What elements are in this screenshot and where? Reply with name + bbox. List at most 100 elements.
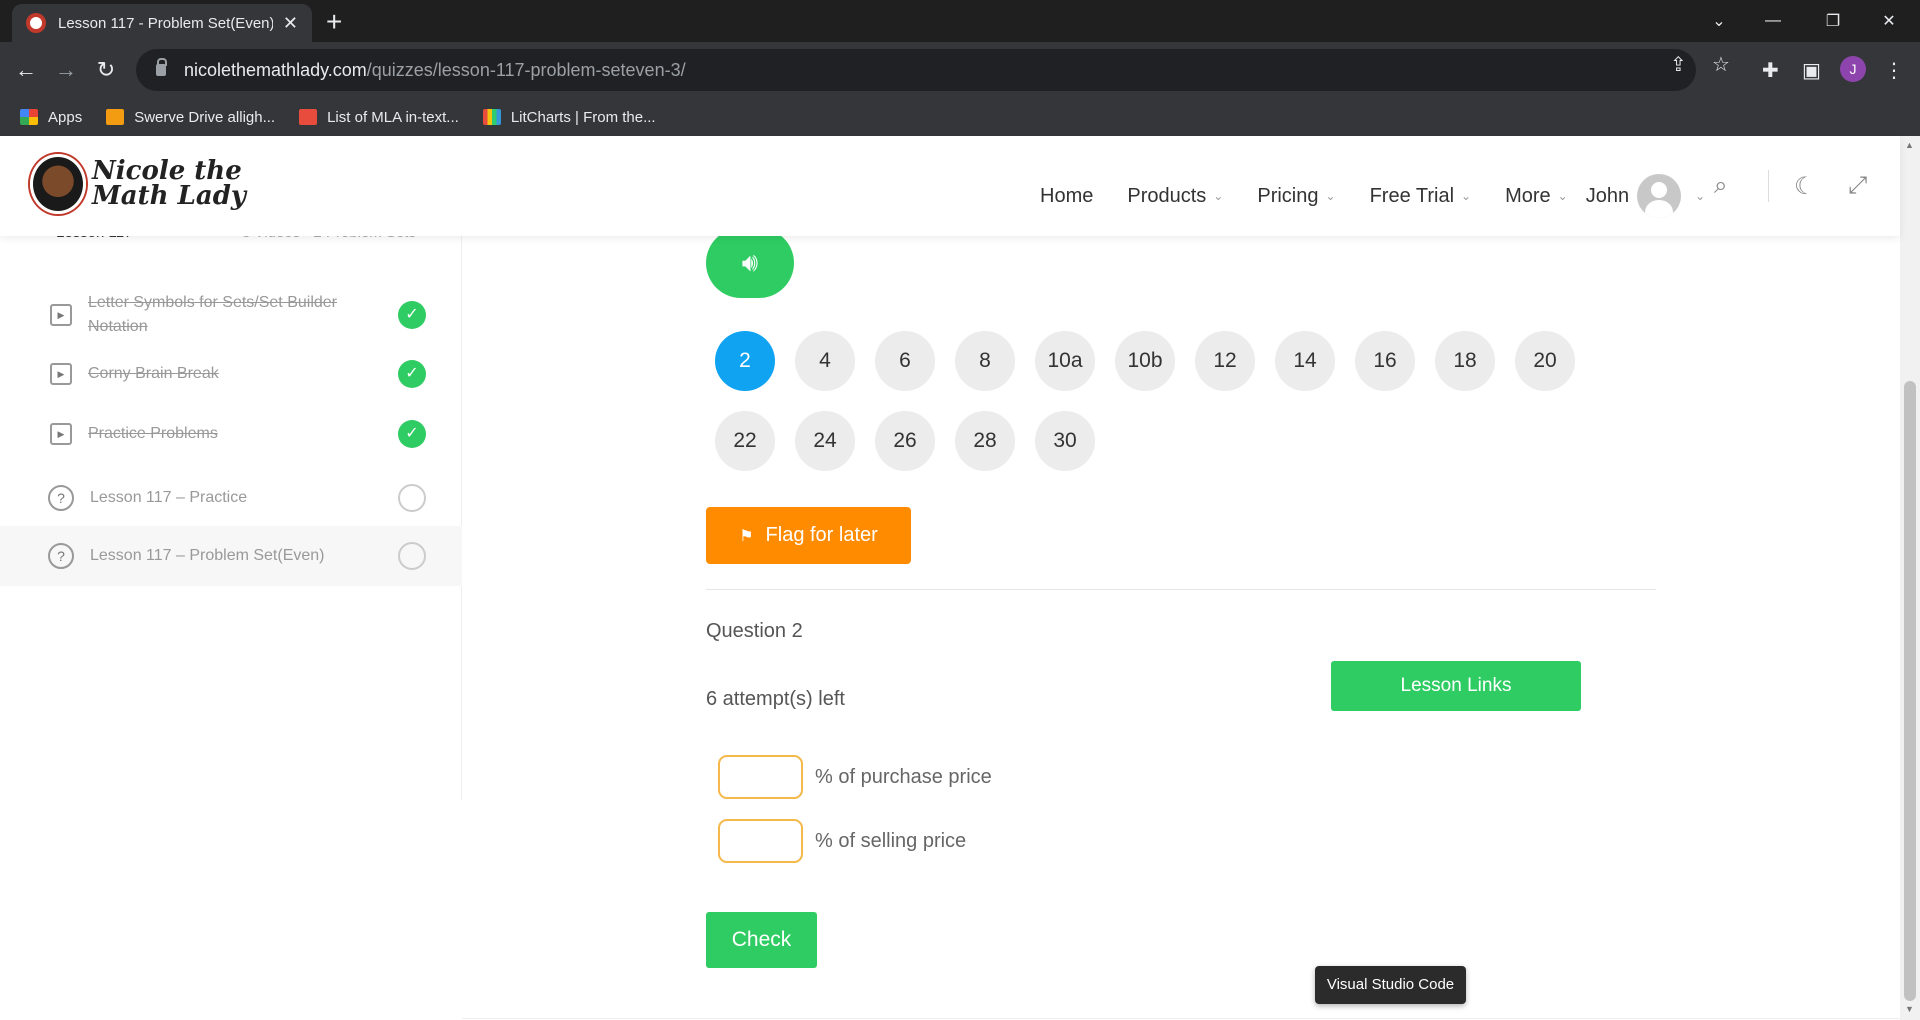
answer-label-selling: % of selling price xyxy=(815,829,967,852)
question-nav-14[interactable]: 14 xyxy=(1275,331,1335,391)
question-nav-18[interactable]: 18 xyxy=(1435,331,1495,391)
chevron-down-icon: ⌄ xyxy=(1695,189,1706,203)
restore-icon[interactable]: ❐ xyxy=(1808,0,1858,42)
browser-tab[interactable]: Lesson 117 - Problem Set(Even) ✕ xyxy=(12,4,312,42)
fullscreen-icon[interactable]: ⤢ xyxy=(1848,172,1867,200)
bookmark-swerve[interactable]: Swerve Drive alligh... xyxy=(106,109,275,126)
question-nav-16[interactable]: 16 xyxy=(1355,331,1415,391)
logo-line-2: Math Lady xyxy=(92,181,247,211)
quiz-question-icon: ? xyxy=(48,543,74,569)
side-panel-icon[interactable]: ▣ xyxy=(1802,58,1821,83)
question-nav-22[interactable]: 22 xyxy=(715,411,775,471)
scroll-up-icon[interactable]: ▲ xyxy=(1905,140,1914,150)
completed-check-icon: ✓ xyxy=(398,360,426,388)
chevron-down-icon: ⌄ xyxy=(1557,189,1568,203)
bookmark-label: LitCharts | From the... xyxy=(510,108,656,126)
share-icon[interactable]: ⇪ xyxy=(1670,52,1687,77)
sidebar-item-label: Letter Symbols for Sets/Set Builder Nota… xyxy=(88,294,337,335)
sidebar-item-label: Corny Brain Break xyxy=(88,365,219,382)
nav-more-label: More xyxy=(1505,184,1551,207)
nav-pricing[interactable]: Pricing ⌄ xyxy=(1257,185,1335,208)
menu-kebab-icon[interactable]: ⋮ xyxy=(1884,58,1904,83)
flag-icon: ⚑ xyxy=(739,527,754,545)
url-path: /quizzes/lesson-117-problem-seteven-3/ xyxy=(366,59,686,80)
audio-play-button[interactable]: 🔊︎ xyxy=(706,228,794,298)
sidebar-item-label: Practice Problems xyxy=(88,425,218,442)
nav-home-label: Home xyxy=(1040,184,1094,207)
flag-for-later-button[interactable]: ⚑ Flag for later xyxy=(706,507,911,564)
completed-check-icon: ✓ xyxy=(398,301,426,329)
bookmark-label: List of MLA in-text... xyxy=(327,108,459,126)
question-nav-30[interactable]: 30 xyxy=(1035,411,1095,471)
close-tab-icon[interactable]: ✕ xyxy=(283,13,298,34)
sidebar-item-label: Lesson 117 – Problem Set(Even) xyxy=(90,547,325,564)
question-nav-26[interactable]: 26 xyxy=(875,411,935,471)
address-bar[interactable]: nicolethemathlady.com/quizzes/lesson-117… xyxy=(136,49,1696,91)
dark-mode-icon[interactable]: ☾ xyxy=(1794,172,1816,201)
question-nav-6[interactable]: 6 xyxy=(875,331,935,391)
question-nav-24[interactable]: 24 xyxy=(795,411,855,471)
video-play-icon: ▶ xyxy=(50,304,72,326)
question-nav-2[interactable]: 2 xyxy=(715,331,775,391)
chevron-down-icon: ⌄ xyxy=(1213,189,1224,203)
back-icon[interactable]: ← xyxy=(12,56,40,84)
purchase-price-percent-input[interactable] xyxy=(718,755,803,799)
question-nav-8[interactable]: 8 xyxy=(955,331,1015,391)
forward-icon[interactable]: → xyxy=(52,56,80,84)
profile-avatar[interactable]: J xyxy=(1840,56,1866,82)
reload-icon[interactable]: ↻ xyxy=(92,56,120,84)
question-title: Question 2 xyxy=(706,620,803,642)
question-nav-28[interactable]: 28 xyxy=(955,411,1015,471)
litcharts-favicon-icon xyxy=(482,109,501,125)
scrollbar-thumb[interactable] xyxy=(1904,381,1916,1001)
lesson-links-button[interactable]: Lesson Links xyxy=(1331,661,1581,711)
question-nav-12[interactable]: 12 xyxy=(1195,331,1255,391)
bookmark-star-icon[interactable]: ☆ xyxy=(1712,52,1730,77)
bookmark-mla[interactable]: List of MLA in-text... xyxy=(299,109,459,126)
question-nav-10b[interactable]: 10b xyxy=(1115,331,1175,391)
sidebar-item-problem-set-even[interactable]: ? Lesson 117 – Problem Set(Even) xyxy=(0,526,462,586)
logo-portrait-icon xyxy=(30,154,86,214)
site-header: Nicole the Math Lady Home Products ⌄ Pric… xyxy=(0,136,1900,236)
tab-search-icon[interactable]: ⌄ xyxy=(1694,0,1744,42)
user-avatar xyxy=(1637,174,1682,218)
flag-button-label: Flag for later xyxy=(765,524,878,546)
user-menu[interactable]: John ⌄ xyxy=(1586,174,1705,218)
taskbar-tooltip: Visual Studio Code xyxy=(1315,966,1466,1004)
nav-products-label: Products xyxy=(1127,184,1207,207)
page-scrollbar[interactable]: ▲ ▼ xyxy=(1900,136,1920,1020)
search-icon[interactable]: ⌕ xyxy=(1714,172,1727,200)
nav-products[interactable]: Products ⌄ xyxy=(1127,185,1223,208)
new-tab-button[interactable]: + xyxy=(326,8,342,36)
nav-home[interactable]: Home xyxy=(1040,185,1093,208)
window-close-icon[interactable]: ✕ xyxy=(1864,0,1914,42)
scroll-down-icon[interactable]: ▼ xyxy=(1905,1004,1914,1014)
extensions-icon[interactable]: ✚ xyxy=(1762,58,1779,83)
bookmark-label: Swerve Drive alligh... xyxy=(134,108,276,126)
sidebar-item-practice-quiz[interactable]: ? Lesson 117 – Practice xyxy=(0,470,462,526)
sidebar-item-letter-symbols[interactable]: ▶ Letter Symbols for Sets/Set Builder No… xyxy=(0,282,462,348)
quiz-question-icon: ? xyxy=(48,485,74,511)
completed-check-icon: ✓ xyxy=(398,420,426,448)
sidebar-item-practice-problems[interactable]: ▶ Practice Problems ✓ xyxy=(0,412,462,456)
question-nav-20[interactable]: 20 xyxy=(1515,331,1575,391)
check-button[interactable]: Check xyxy=(706,912,817,968)
lock-icon[interactable] xyxy=(156,58,167,76)
site-logo[interactable]: Nicole the Math Lady xyxy=(30,154,246,214)
section-divider xyxy=(706,589,1656,590)
selling-price-percent-input[interactable] xyxy=(718,819,803,863)
answer-label-purchase: % of purchase price xyxy=(815,765,992,788)
browser-toolbar: ← → ↻ nicolethemathlady.com/quizzes/less… xyxy=(0,42,1920,98)
question-nav-10a[interactable]: 10a xyxy=(1035,331,1095,391)
content-bottom-border xyxy=(462,1018,1900,1019)
question-nav-4[interactable]: 4 xyxy=(795,331,855,391)
bookmark-litcharts[interactable]: LitCharts | From the... xyxy=(482,108,656,126)
incomplete-circle-icon xyxy=(398,542,426,570)
nav-free-trial[interactable]: Free Trial ⌄ xyxy=(1370,185,1472,208)
nav-more[interactable]: More ⌄ xyxy=(1505,185,1568,208)
sidebar-item-brain-break[interactable]: ▶ Corny Brain Break ✓ xyxy=(0,352,462,396)
minimize-icon[interactable]: — xyxy=(1748,0,1798,42)
incomplete-circle-icon xyxy=(398,484,426,512)
answer-row-purchase-price: % of purchase price xyxy=(718,755,992,799)
bookmark-apps[interactable]: Apps xyxy=(20,109,82,126)
